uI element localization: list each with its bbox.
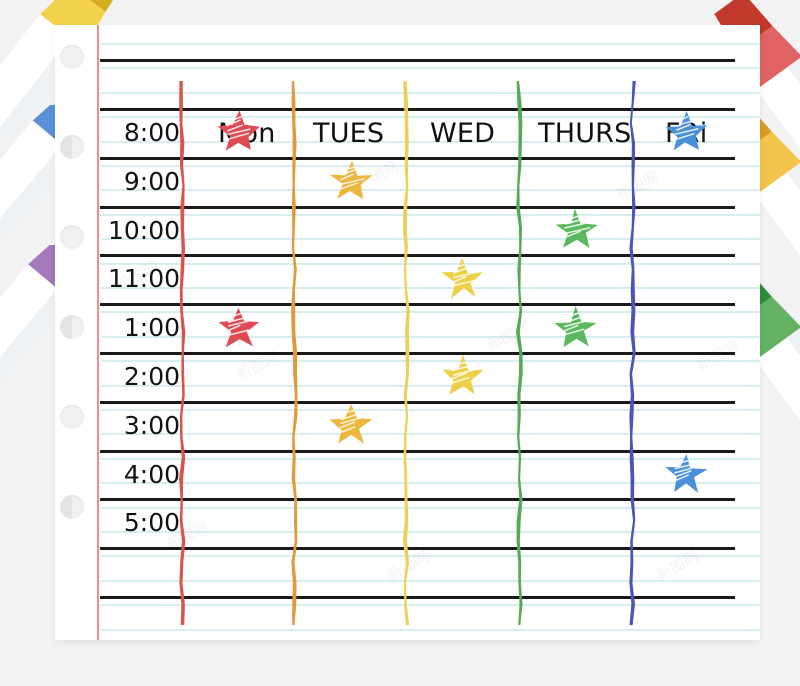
- header-top-line: [100, 59, 735, 63]
- day-header-wed[interactable]: WED: [430, 118, 495, 149]
- time-label-1-00[interactable]: 1:00: [85, 313, 180, 342]
- ruled-line: [100, 213, 760, 216]
- ruled-line: [100, 628, 760, 631]
- row-separator-line: [100, 449, 735, 453]
- time-label-5-00[interactable]: 5:00: [85, 508, 180, 537]
- ruled-line: [100, 189, 760, 192]
- row-separator-line: [100, 400, 735, 404]
- ruled-line: [100, 457, 760, 460]
- time-label-2-00[interactable]: 2:00: [85, 362, 180, 391]
- ruled-line: [100, 482, 760, 485]
- time-label-4-00[interactable]: 4:00: [85, 460, 180, 489]
- watermark-text: 新图网: [693, 337, 742, 375]
- ruled-line: [100, 360, 760, 363]
- star-marker-tues-9-00[interactable]: [328, 159, 374, 205]
- ruled-line: [100, 91, 760, 94]
- star-marker-fri-8-00[interactable]: [663, 110, 709, 156]
- binder-hole: [60, 45, 84, 69]
- star-marker-thurs-10-00[interactable]: [553, 208, 599, 254]
- ruled-line: [100, 165, 760, 167]
- row-separator-line: [100, 254, 735, 258]
- ruled-line: [100, 262, 760, 265]
- day-column-line-tues: [290, 81, 299, 625]
- binder-hole-shadow: [60, 495, 72, 519]
- row-separator-line: [100, 596, 735, 599]
- row-separator-line: [100, 352, 735, 355]
- ruled-line: [100, 433, 760, 436]
- time-label-10-00[interactable]: 10:00: [85, 216, 180, 245]
- time-label-11-00[interactable]: 11:00: [85, 264, 180, 293]
- ruled-line: [100, 555, 760, 558]
- star-marker-wed-11-00[interactable]: [440, 257, 486, 303]
- star-marker-mon-1-00[interactable]: [216, 306, 262, 352]
- ruled-line: [100, 67, 760, 70]
- time-label-3-00[interactable]: 3:00: [85, 411, 180, 440]
- time-label-8-00[interactable]: 8:00: [85, 118, 180, 147]
- star-marker-fri-4-00[interactable]: [663, 452, 709, 498]
- ruled-line: [100, 531, 760, 533]
- row-separator-line: [100, 498, 735, 502]
- binder-hole-shadow: [60, 135, 72, 159]
- ruled-line: [100, 409, 760, 411]
- poster-canvas: 新图网新图网新图网新图网新图网新图网新图网新图网新图网 MonTUESWEDTH…: [0, 0, 800, 686]
- day-column-line-thurs: [515, 81, 524, 625]
- ruled-line: [100, 506, 760, 509]
- day-header-thurs[interactable]: THURS: [538, 118, 631, 149]
- row-separator-line: [100, 547, 735, 551]
- binder-hole-shadow: [60, 315, 72, 339]
- star-marker-mon-8-00[interactable]: [216, 110, 262, 156]
- ruled-line: [100, 384, 760, 387]
- row-separator-line: [100, 108, 735, 111]
- ruled-line: [100, 335, 760, 338]
- binder-hole: [60, 315, 84, 339]
- watermark-text: 新图网: [613, 167, 662, 205]
- ruled-line: [100, 238, 760, 241]
- star-marker-wed-2-00[interactable]: [440, 354, 486, 400]
- binder-hole: [60, 405, 84, 429]
- day-header-tues[interactable]: TUES: [313, 118, 384, 149]
- notebook-paper: 新图网新图网新图网新图网新图网新图网新图网新图网新图网 MonTUESWEDTH…: [55, 25, 760, 640]
- row-separator-line: [100, 303, 735, 307]
- time-label-9-00[interactable]: 9:00: [85, 167, 180, 196]
- ruled-line: [100, 604, 760, 607]
- day-column-line-wed: [402, 81, 411, 625]
- binder-hole: [60, 495, 84, 519]
- ruled-line: [100, 43, 760, 45]
- row-separator-line: [100, 205, 735, 209]
- ruled-line: [100, 311, 760, 314]
- binder-hole: [60, 225, 84, 249]
- binder-hole: [60, 135, 84, 159]
- star-marker-thurs-1-00[interactable]: [553, 305, 599, 352]
- ruled-line: [100, 579, 760, 582]
- row-separator-line: [100, 156, 735, 160]
- ruled-line: [100, 287, 760, 289]
- day-column-line-fri: [628, 81, 637, 625]
- star-marker-tues-3-00[interactable]: [328, 403, 374, 449]
- day-column-line-mon: [178, 81, 187, 625]
